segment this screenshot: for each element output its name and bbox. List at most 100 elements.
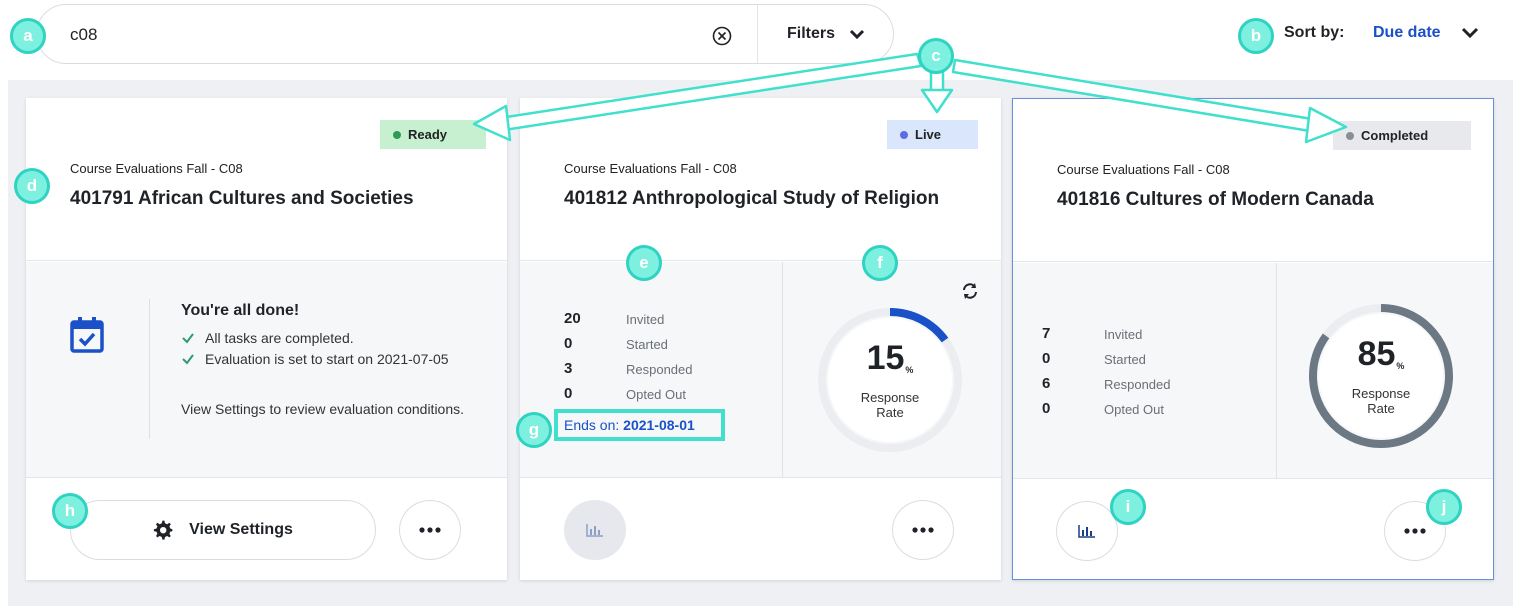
card-header: Live Course Evaluations Fall - C08 40181… [520, 98, 1001, 261]
card-header: Completed Course Evaluations Fall - C08 … [1013, 99, 1493, 262]
card-header: Ready Course Evaluations Fall - C08 4017… [26, 98, 507, 261]
card-body: You're all done! All tasks are completed… [26, 262, 507, 478]
rate-number: 15 [866, 339, 905, 377]
annotation-marker: b [1238, 18, 1274, 54]
report-button[interactable] [564, 500, 626, 560]
status-badge: Live [887, 120, 978, 149]
more-options-button[interactable] [892, 500, 954, 560]
status-label: Ready [408, 127, 448, 142]
rate-unit: % [905, 365, 914, 375]
check-icon [182, 333, 194, 344]
response-rate-ring: 15% Response Rate [815, 305, 965, 455]
status-badge: Ready [380, 120, 486, 149]
check-icon [182, 354, 194, 365]
bar-chart-icon [586, 524, 603, 537]
stat-row: 7 Invited [1042, 325, 1242, 350]
stat-label: Invited [1104, 327, 1143, 342]
ends-on-highlight [554, 409, 725, 441]
stat-row: 0 Opted Out [1042, 400, 1242, 425]
annotation-marker: g [516, 412, 552, 448]
stat-row: 3 Responded [564, 360, 764, 385]
stat-row: 0 Started [1042, 350, 1242, 375]
stats-list: 7 Invited 0 Started 6 Responded 0 Opted Out [1042, 325, 1242, 425]
stat-value: 20 [564, 310, 581, 327]
status-label: Live [915, 127, 942, 142]
rate-unit: % [1396, 361, 1405, 371]
rate-value: 15% [867, 340, 914, 388]
rate-label-line: Response [860, 390, 920, 405]
rate-label-line: Response [1351, 386, 1411, 401]
stat-value: 7 [1042, 325, 1051, 342]
card-footer [1013, 480, 1493, 579]
stat-label: Opted Out [1104, 402, 1164, 417]
evaluation-card: Live Course Evaluations Fall - C08 40181… [520, 98, 1001, 580]
chevron-down-icon[interactable] [1460, 25, 1480, 41]
more-options-button[interactable] [399, 500, 461, 560]
card-subtitle: Course Evaluations Fall - C08 [564, 161, 737, 176]
stat-value: 0 [1042, 400, 1051, 417]
filters-button[interactable]: Filters [757, 5, 894, 63]
more-dots-icon [912, 527, 934, 533]
stat-row: 0 Started [564, 335, 764, 360]
rate-text: 85% Response Rate [1306, 301, 1456, 451]
stat-value: 3 [564, 360, 573, 377]
stat-label: Opted Out [626, 387, 686, 402]
divider [149, 299, 150, 439]
evaluation-card: Completed Course Evaluations Fall - C08 … [1012, 98, 1494, 580]
stat-row: 6 Responded [1042, 375, 1242, 400]
stat-value: 0 [1042, 350, 1051, 367]
view-settings-button[interactable]: View Settings [70, 500, 376, 560]
stat-value: 0 [564, 335, 573, 352]
rate-text: 15% Response Rate [815, 305, 965, 455]
filters-label: Filters [786, 25, 835, 42]
settings-note: View Settings to review evaluation condi… [181, 401, 465, 417]
rate-label: Response Rate [861, 390, 920, 420]
done-title: You're all done! [181, 302, 300, 319]
more-dots-icon [419, 527, 441, 533]
card-title[interactable]: 401816 Cultures of Modern Canada [1057, 189, 1374, 211]
bar-chart-icon [1078, 525, 1095, 538]
divider [1276, 263, 1277, 478]
stats-list: 20 Invited 0 Started 3 Responded 0 Opted Out [564, 310, 764, 410]
annotation-marker: h [52, 493, 88, 529]
checklist: All tasks are completed. Evaluation is s… [181, 330, 471, 372]
rate-number: 85 [1357, 335, 1396, 373]
evaluation-card: Ready Course Evaluations Fall - C08 4017… [26, 98, 507, 580]
stat-label: Responded [626, 362, 693, 377]
card-title[interactable]: 401812 Anthropological Study of Religion [564, 188, 939, 210]
sort-by-dropdown[interactable]: Due date [1373, 24, 1441, 42]
annotation-marker: d [14, 168, 50, 204]
card-body: 7 Invited 0 Started 6 Responded 0 Opted Out … [1013, 263, 1493, 479]
stat-row: 20 Invited [564, 310, 764, 335]
card-title[interactable]: 401791 African Cultures and Societies [70, 188, 414, 210]
status-badge: Completed [1333, 121, 1471, 150]
annotation-marker: c [918, 38, 954, 74]
status-dot-icon [900, 130, 908, 139]
clear-search-icon[interactable] [711, 25, 733, 47]
more-dots-icon [1404, 528, 1426, 534]
annotation-marker: e [626, 245, 662, 281]
stat-label: Started [626, 337, 668, 352]
stat-label: Started [1104, 352, 1146, 367]
search-input[interactable]: c08 [70, 25, 97, 45]
checklist-text: All tasks are completed. [205, 330, 354, 346]
stat-value: 0 [564, 385, 573, 402]
calendar-check-icon [70, 317, 104, 353]
report-button[interactable] [1056, 501, 1118, 561]
card-footer: View Settings [26, 479, 507, 580]
rate-label-line: Rate [876, 405, 904, 420]
status-dot-icon [1346, 131, 1354, 140]
stat-label: Invited [626, 312, 665, 327]
chevron-down-icon [849, 29, 865, 40]
status-label: Completed [1361, 128, 1429, 143]
sort-by-label: Sort by: [1284, 24, 1345, 41]
list-item: All tasks are completed. [181, 330, 471, 347]
rate-value: 85% [1358, 336, 1405, 384]
annotation-marker: a [10, 18, 46, 54]
refresh-icon[interactable] [961, 282, 979, 300]
annotation-marker: i [1110, 489, 1146, 525]
card-subtitle: Course Evaluations Fall - C08 [1057, 162, 1230, 177]
card-footer [520, 479, 1001, 580]
rate-label-line: Rate [1367, 401, 1395, 416]
stat-value: 6 [1042, 375, 1051, 392]
